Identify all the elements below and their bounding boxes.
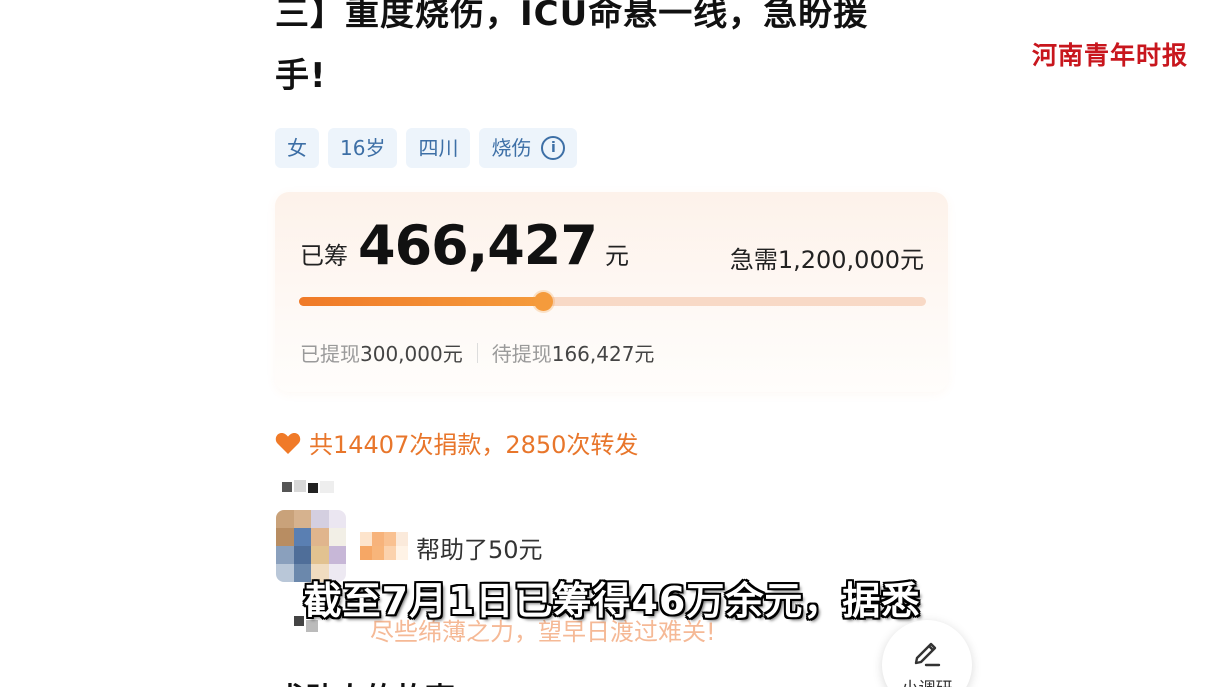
info-icon[interactable]: i: [541, 136, 566, 160]
withdrawal-summary: 已提现 300,000元 待提现 166,427元: [300, 338, 654, 367]
heart-icon: [275, 432, 301, 454]
withdrawn-label: 已提现: [300, 342, 360, 366]
donor-name-blurred: [360, 532, 408, 560]
tag-illness[interactable]: 烧伤 i: [479, 128, 578, 168]
tag-gender: 女: [275, 128, 319, 168]
raised-unit: 元: [604, 242, 629, 270]
pending-label: 待提现: [491, 342, 552, 366]
tag-region: 四川: [406, 128, 471, 168]
fundraiser-title-line-2: 手!: [275, 56, 327, 96]
progress-fill: [299, 297, 543, 306]
progress-knob: [533, 292, 553, 311]
survey-button[interactable]: 小调研: [882, 620, 972, 687]
raised-amount: 466,427: [358, 214, 598, 277]
tag-gender-label: 女: [287, 136, 307, 160]
withdrawn-value: 300,000元: [360, 342, 463, 366]
target-amount: 急需1,200,000元: [729, 246, 924, 274]
raised-label: 已筹: [300, 242, 348, 270]
raised-amount-row: 已筹 466,427 元: [300, 214, 629, 277]
pending-value: 166,427元: [551, 342, 655, 366]
section-heading: 求助人的故事: [275, 674, 455, 687]
donation-stats: 共14407次捐款，2850次转发: [275, 425, 638, 460]
video-subtitle: 截至7月1日已筹得46万余元，据悉: [303, 579, 921, 623]
fundraiser-title-line-1: 三】重度烧伤，ICU命悬一线，急盼援: [275, 0, 869, 34]
pencil-icon: [914, 642, 941, 667]
blurred-avatar-icon: [282, 480, 334, 493]
fundraising-progress-card: 已筹 466,427 元 急需1,200,000元 已提现 300,000元 待…: [275, 192, 948, 392]
tag-age-label: 16岁: [340, 136, 386, 160]
donation-stats-text: 共14407次捐款，2850次转发: [309, 431, 639, 459]
divider: [476, 342, 478, 363]
tag-region-label: 四川: [418, 136, 459, 160]
newspaper-watermark: 河南青年时报: [1031, 41, 1188, 70]
survey-button-label: 小调研: [882, 674, 972, 687]
donation-amount-text: 帮助了50元: [416, 536, 543, 564]
progress-bar: [299, 292, 926, 311]
patient-tags: 女 16岁 四川 烧伤 i: [275, 128, 578, 168]
tag-age: 16岁: [328, 128, 398, 168]
tag-illness-label: 烧伤: [491, 136, 532, 160]
